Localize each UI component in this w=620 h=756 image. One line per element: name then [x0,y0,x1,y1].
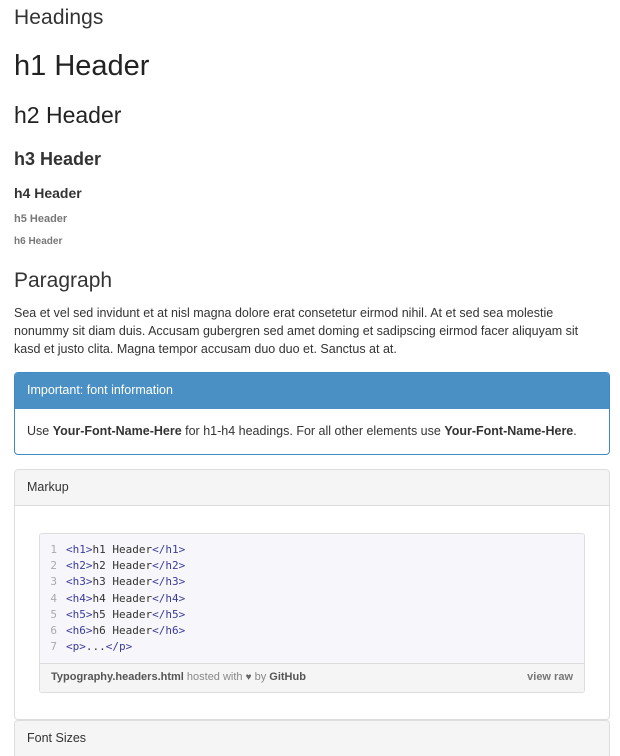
heading-sample-h2: h2 Header [14,102,122,128]
font-information-panel: Important: font information Use Your-Fon… [14,372,610,455]
code-close-tag: </h3> [152,575,186,589]
gist-embed: 1 <h1>h1 Header</h1> 2 <h2>h2 Header</h2> 3 <… [39,533,585,694]
code-line-number: 3 [50,575,57,589]
code-close-tag: </h1> [152,543,186,556]
markup-panel-heading: Markup [15,470,609,506]
code-line: 1 <h1>h1 Header</h1> [40,542,584,558]
font-sizes-panel-heading: Font Sizes [15,721,609,756]
code-line-number: 4 [50,591,57,605]
font-information-panel-body: Use Your-Font-Name-Here for h1-h4 headin… [15,409,609,454]
code-inner-text: h3 Header [92,575,153,589]
code-line: 3 <h3>h3 Header</h3> [40,574,584,590]
code-inner-text: h5 Header [92,607,153,621]
code-open-tag: <h4> [66,591,93,605]
paragraph-sample-text: Sea et vel sed invidunt et at nisl magna… [14,306,579,356]
code-inner-text: ... [85,640,106,654]
code-close-tag: </p> [105,640,133,654]
gist-by-label: by [251,671,270,684]
code-line-content: <h1>h1 Header</h1> [66,542,185,558]
code-open-tag: <h5> [66,607,93,621]
code-open-tag: <h2> [66,559,93,573]
code-inner-text: h1 Header [92,543,153,556]
code-inner-text: h4 Header [92,591,153,605]
code-line-content: <h4>h4 Header</h4> [66,591,185,607]
info-text-suffix: . [573,424,577,438]
code-close-tag: </h5> [152,607,186,621]
heading-sample-h1: h1 Header [14,50,150,82]
gist-hosted-with-label: hosted with [183,671,246,684]
markup-panel: Markup 1 <h1>h1 Header</h1> 2 <h2>h2 Header… [14,469,610,721]
font-name-token-1: Your-Font-Name-Here [52,424,182,438]
code-line-content: <h2>h2 Header</h2> [66,558,185,574]
info-text-middle: for h1-h4 headings. For all other elemen… [181,424,445,438]
code-open-tag: <h6> [66,624,93,638]
code-line: 7 <p>...</p> [40,639,584,655]
code-line: 2 <h2>h2 Header</h2> [40,558,584,574]
code-line-number: 5 [50,607,57,621]
font-name-token-2: Your-Font-Name-Here [444,424,574,438]
heading-sample-h5: h5 Header [14,213,68,225]
code-open-tag: <h3> [66,575,93,589]
code-close-tag: </h2> [152,559,186,573]
heading-sample-h4: h4 Header [14,185,82,201]
code-open-tag: <p> [66,640,86,654]
gist-filename[interactable]: Typography.headers.html [51,671,184,683]
gist-footer-credit: Typography.headers.html hosted with ♥ by… [51,670,306,685]
code-line: 5 <h5>h5 Header</h5> [40,607,584,623]
code-line-content: <h6>h6 Header</h6> [66,623,185,639]
code-line-number: 1 [50,543,57,556]
code-line-number: 6 [50,624,57,638]
code-inner-text: h6 Header [92,624,153,638]
gist-provider-link[interactable]: GitHub [269,671,306,683]
code-close-tag: </h6> [152,624,186,638]
font-information-panel-heading: Important: font information [15,373,609,409]
code-line-content: <h3>h3 Header</h3> [66,574,185,590]
code-inner-text: h2 Header [92,559,153,573]
code-line-content: <p>...</p> [66,639,132,655]
code-line-number: 7 [50,640,57,654]
section-title-headings: Headings [14,6,104,29]
font-sizes-panel: Font Sizes [14,720,610,756]
code-line-number: 2 [50,559,57,573]
section-title-paragraph: Paragraph [14,269,113,292]
code-line: 4 <h4>h4 Header</h4> [40,591,584,607]
code-line-content: <h5>h5 Header</h5> [66,607,185,623]
gist-code-block: 1 <h1>h1 Header</h1> 2 <h2>h2 Header</h2> 3 <… [40,534,584,665]
markup-panel-body: 1 <h1>h1 Header</h1> 2 <h2>h2 Header</h2> 3 <… [15,506,609,719]
heading-sample-h3: h3 Header [14,149,102,169]
view-raw-link[interactable]: view raw [527,670,573,685]
typography-style-guide-page: Headings h1 Header h2 Header h3 Header h… [0,4,620,756]
heading-sample-h6: h6 Header [14,236,63,247]
code-open-tag: <h1> [66,543,93,556]
info-text-prefix: Use [27,424,53,438]
code-line: 6 <h6>h6 Header</h6> [40,623,584,639]
code-close-tag: </h4> [152,591,186,605]
